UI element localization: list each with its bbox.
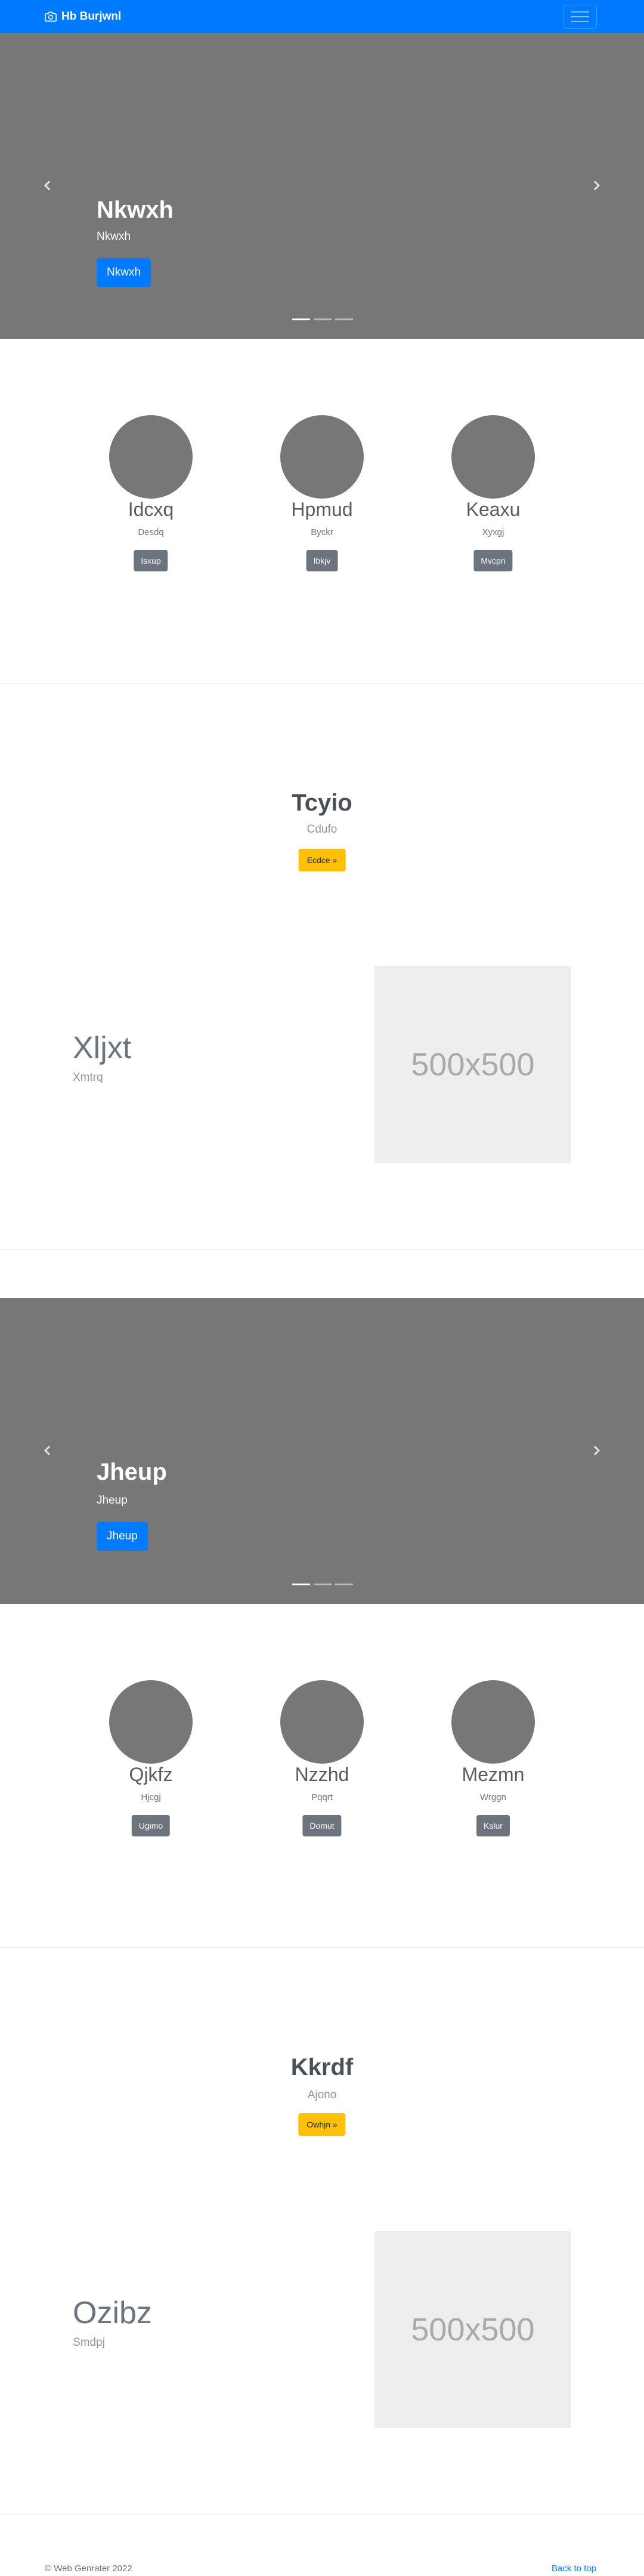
column-subtitle: Hjcgj	[141, 1792, 161, 1802]
column-title: Keaxu	[466, 499, 521, 520]
hamburger-icon	[571, 11, 589, 22]
column-subtitle: Desdq	[138, 527, 164, 537]
column-title: Nzzhd	[295, 1764, 349, 1785]
chevron-left-icon	[44, 180, 51, 190]
section-subheading: Cdufo	[306, 823, 338, 836]
divider	[0, 683, 644, 684]
divider	[0, 1947, 644, 1948]
carousel-indicator[interactable]	[335, 1584, 353, 1585]
brand-name: Hb Burjwnl	[61, 10, 122, 23]
featurette-heading: Ozibz	[73, 2296, 152, 2330]
column-image-circle	[451, 415, 535, 499]
section-cta-button[interactable]: Ecdce »	[298, 849, 346, 871]
column-button[interactable]: Isxup	[134, 550, 168, 571]
camera-icon	[45, 11, 57, 21]
carousel-title: Jheup	[97, 1459, 167, 1485]
carousel-1: Nkwxh Nkwxh Nkwxh	[0, 33, 644, 339]
column-button[interactable]: Ibkjv	[306, 550, 338, 571]
chevron-right-icon	[593, 1445, 600, 1455]
column-image-circle	[280, 415, 364, 499]
featurette-image-placeholder: 500x500	[374, 966, 571, 1163]
column-image-circle	[109, 415, 193, 499]
section-heading: Kkrdf	[290, 2054, 354, 2080]
carousel-next-button[interactable]	[590, 177, 602, 195]
column-image-circle	[451, 1680, 535, 1764]
column-button[interactable]: Kslur	[476, 1815, 510, 1836]
column-subtitle: Xyxgj	[482, 527, 504, 537]
carousel-subtitle: Jheup	[97, 1494, 128, 1507]
column-title: Mezmn	[462, 1764, 525, 1785]
carousel-cta-button[interactable]: Nkwxh	[97, 258, 151, 287]
column-subtitle: Wrggn	[480, 1792, 506, 1802]
carousel-indicators	[292, 1584, 353, 1585]
carousel-indicator[interactable]	[335, 318, 353, 320]
carousel-indicator[interactable]	[314, 318, 332, 320]
column-title: Idcxq	[128, 499, 174, 520]
featurette-heading: Xljxt	[73, 1031, 132, 1065]
carousel-prev-button[interactable]	[42, 1442, 54, 1460]
carousel-prev-button[interactable]	[42, 177, 54, 195]
featurette-text: Xmtrq	[73, 1071, 103, 1084]
featurette-text: Smdpj	[73, 2336, 105, 2349]
column-title: Qjkfz	[129, 1764, 173, 1785]
carousel-indicator[interactable]	[292, 318, 310, 320]
carousel-subtitle: Nkwxh	[97, 230, 131, 243]
back-to-top-link[interactable]: Back to top	[552, 2563, 596, 2574]
column-title: Hpmud	[291, 499, 353, 520]
navbar: Hb Burjwnl	[0, 0, 644, 33]
carousel-indicator[interactable]	[314, 1584, 332, 1585]
placeholder-label: 500x500	[411, 1047, 535, 1083]
chevron-left-icon	[44, 1445, 51, 1455]
section-cta-button[interactable]: Owhjn »	[298, 2113, 346, 2136]
footer-copyright: © Web Genrater 2022	[45, 2563, 132, 2574]
column-button[interactable]: Domut	[302, 1815, 342, 1836]
section-heading: Tcyio	[292, 790, 352, 816]
column-image-circle	[280, 1680, 364, 1764]
section-subheading: Ajono	[307, 2089, 337, 2101]
column-image-circle	[109, 1680, 193, 1764]
chevron-right-icon	[593, 180, 600, 190]
column-button[interactable]: Ugimo	[131, 1815, 171, 1836]
column-subtitle: Byckr	[311, 527, 333, 537]
carousel-indicators	[292, 318, 353, 320]
column-button[interactable]: Mvcpn	[473, 550, 513, 571]
brand-link[interactable]: Hb Burjwnl	[45, 0, 121, 33]
divider	[0, 1249, 644, 1250]
carousel-cta-button[interactable]: Jheup	[97, 1522, 148, 1551]
navbar-toggler[interactable]	[564, 5, 597, 29]
featurette-image-placeholder: 500x500	[374, 2231, 571, 2428]
carousel-next-button[interactable]	[590, 1442, 602, 1460]
carousel-title: Nkwxh	[97, 197, 174, 223]
column-subtitle: Pqqrt	[311, 1792, 333, 1802]
carousel-indicator[interactable]	[292, 1584, 310, 1585]
carousel-2: Jheup Jheup Jheup	[0, 1298, 644, 1604]
placeholder-label: 500x500	[411, 2312, 535, 2348]
